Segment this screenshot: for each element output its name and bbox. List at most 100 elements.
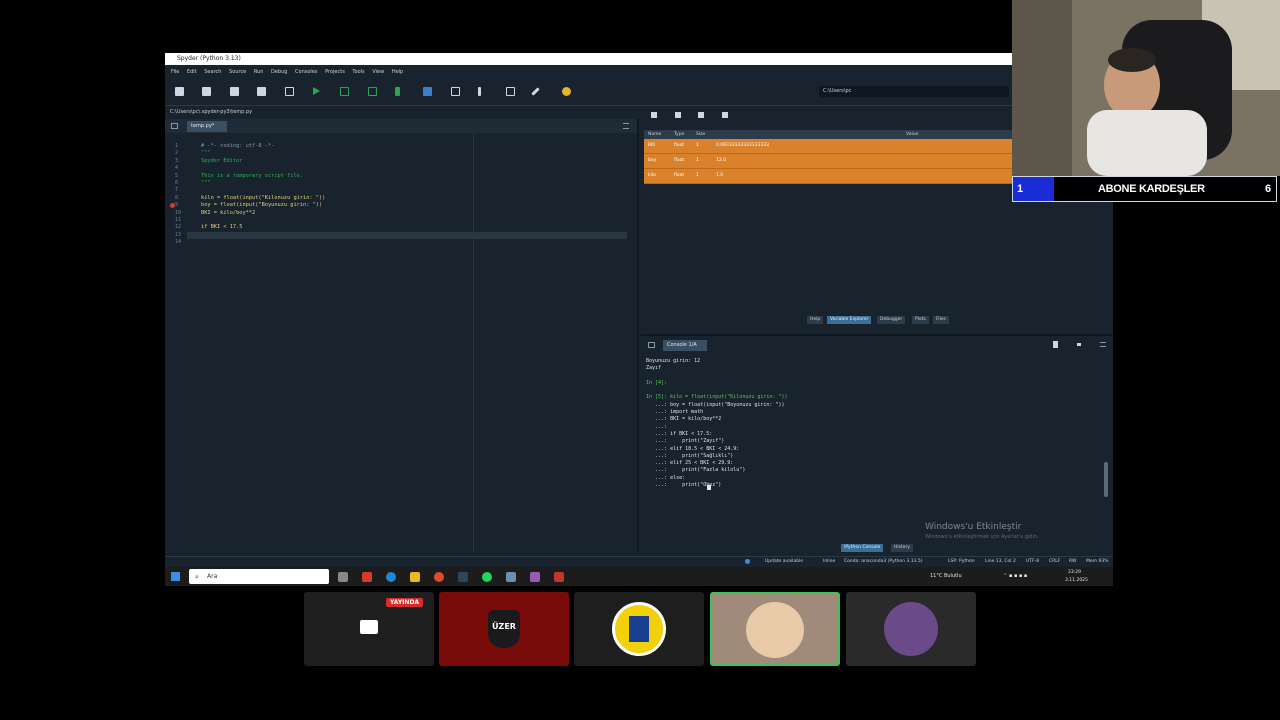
status-conda[interactable]: Conda: anaconda3 (Python 3.13.5) <box>844 557 923 567</box>
tab-console-1a[interactable]: Console 1/A <box>663 340 707 351</box>
menu-edit[interactable]: Edit <box>187 69 197 75</box>
update-icon <box>745 559 750 564</box>
windows-start-icon[interactable] <box>171 572 180 581</box>
subscriber-goal-number: 1 <box>1013 177 1054 201</box>
browse-tabs-icon[interactable] <box>171 123 178 129</box>
var-value: 0.08333333333333333 <box>716 143 769 148</box>
python-path-icon[interactable] <box>562 87 571 96</box>
tab-history[interactable]: History <box>891 544 914 552</box>
tab-variable-explorer[interactable]: Variable Explorer <box>827 316 872 324</box>
new-cell-icon[interactable] <box>285 87 294 96</box>
col-value[interactable]: Value <box>906 130 918 139</box>
spotify-icon[interactable] <box>482 572 492 582</box>
run-icon[interactable] <box>313 87 320 95</box>
activation-watermark-title: Windows'u Etkinleştir <box>925 522 1022 532</box>
remove-all-variables-icon[interactable] <box>722 112 728 118</box>
var-value: 1.0 <box>716 173 724 178</box>
edge-icon[interactable] <box>386 572 396 582</box>
tab-ipython-console[interactable]: IPython Console <box>841 544 884 552</box>
var-type: float <box>674 143 685 148</box>
webcam-image <box>1012 0 1280 176</box>
debug-cell-icon[interactable] <box>451 87 460 96</box>
status-bar: Update available Inline Conda: anaconda3… <box>165 556 1113 567</box>
tray-icons[interactable]: ⌃ ▪ ▪ ▪ ▪ <box>1003 573 1027 579</box>
status-update[interactable]: Update available <box>765 557 803 567</box>
console-line: ...: BKI = kilo/boy**2 <box>646 416 722 423</box>
taskbar-search[interactable]: Ara <box>189 569 329 584</box>
open-file-icon[interactable] <box>202 87 211 96</box>
menu-file[interactable]: File <box>171 69 179 75</box>
obs-icon[interactable] <box>530 572 540 582</box>
monitor-icon <box>360 620 378 634</box>
ipython-console: Console 1/A Boyunuzu girin: 12 Zayıf In [4… <box>641 334 1113 553</box>
spyder-taskbar-icon[interactable] <box>554 572 564 582</box>
menu-debug[interactable]: Debug <box>271 69 287 75</box>
maximize-pane-icon[interactable] <box>506 87 515 96</box>
tile-stream-preview[interactable]: YAYINDA <box>304 592 434 666</box>
console-line: ...: print("Sağlıklı") <box>646 452 734 459</box>
tab-plots[interactable]: Plots <box>912 316 929 324</box>
interrupt-kernel-icon[interactable] <box>1077 343 1081 346</box>
character-icon <box>884 602 938 656</box>
save-icon[interactable] <box>230 87 239 96</box>
tab-temp-py[interactable]: temp.py* <box>187 121 227 132</box>
code-line: Spyder Editor <box>201 157 243 164</box>
menu-projects[interactable]: Projects <box>325 69 345 75</box>
browse-console-tabs-icon[interactable] <box>648 342 655 348</box>
debug-icon[interactable] <box>423 87 432 96</box>
working-directory-field[interactable]: C:\Users\pc <box>819 86 1009 97</box>
subscriber-count: 6 <box>1265 183 1272 195</box>
debug-selection-icon[interactable] <box>478 87 481 96</box>
tile-avatar[interactable] <box>710 592 840 666</box>
tab-files[interactable]: Files <box>933 316 949 324</box>
preferences-icon[interactable] <box>531 87 540 96</box>
menu-consoles[interactable]: Consoles <box>295 69 317 75</box>
clock-date[interactable]: 3.11.2025 <box>1065 571 1088 590</box>
chrome-icon[interactable] <box>434 572 444 582</box>
app-icon[interactable] <box>362 572 372 582</box>
run-cell-icon[interactable] <box>340 87 349 96</box>
menu-run[interactable]: Run <box>254 69 264 75</box>
menu-tools[interactable]: Tools <box>352 69 364 75</box>
steam-icon[interactable] <box>458 572 468 582</box>
menu-search[interactable]: Search <box>204 69 221 75</box>
new-file-icon[interactable] <box>175 87 184 96</box>
save-data-icon[interactable] <box>675 112 681 118</box>
menu-view[interactable]: View <box>372 69 384 75</box>
col-name[interactable]: Name <box>648 130 661 139</box>
line-number: 12 <box>175 224 182 231</box>
remove-console-icon[interactable] <box>1053 341 1058 348</box>
console-line: In [5]: kilo = float(input("Kilonuzu gir… <box>646 394 788 401</box>
menu-help[interactable]: Help <box>392 69 403 75</box>
save-all-icon[interactable] <box>257 87 266 96</box>
menu-bar: File Edit Search Source Run Debug Consol… <box>165 65 1113 79</box>
editor-options-icon[interactable] <box>623 123 629 129</box>
file-explorer-icon[interactable] <box>410 572 420 582</box>
weather-text[interactable]: 11°C Bulutlu <box>930 573 962 579</box>
line-number: 14 <box>175 239 182 246</box>
console-output[interactable]: Boyunuzu girin: 12 Zayıf In [4]: In [5]: ki… <box>646 358 1106 489</box>
tile-club-logo[interactable] <box>574 592 704 666</box>
col-size[interactable]: Size <box>696 130 705 139</box>
var-name: boy <box>648 158 657 163</box>
settings-icon[interactable] <box>506 572 516 582</box>
code-line: This is a temporary script file. <box>201 172 304 179</box>
line-number: 3 <box>175 157 179 164</box>
import-data-icon[interactable] <box>651 112 657 118</box>
console-options-icon[interactable] <box>1100 342 1106 347</box>
tab-help[interactable]: Help <box>807 316 824 324</box>
code-area[interactable]: # -*- coding: utf-8 -*- """ Spyder Editor T… <box>201 143 621 246</box>
console-scrollbar[interactable] <box>1104 462 1108 497</box>
line-number: 4 <box>175 165 179 172</box>
task-view-icon[interactable] <box>338 572 348 582</box>
run-selection-icon[interactable] <box>395 87 400 96</box>
menu-source[interactable]: Source <box>229 69 246 75</box>
run-cell-advance-icon[interactable] <box>368 87 377 96</box>
col-type[interactable]: Type <box>674 130 684 139</box>
tab-debugger[interactable]: Debugger <box>877 316 906 324</box>
save-data-as-icon[interactable] <box>698 112 704 118</box>
tile-character[interactable] <box>846 592 976 666</box>
tile-uzer[interactable]: ÜZER <box>439 592 569 666</box>
code-line: BKI = kilo/boy**2 <box>201 209 256 216</box>
